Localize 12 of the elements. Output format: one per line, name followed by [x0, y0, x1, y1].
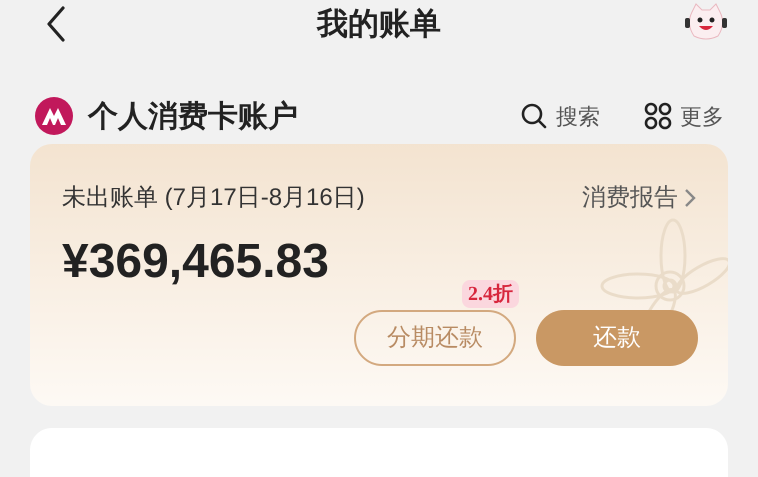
- page-title: 我的账单: [317, 4, 441, 43]
- discount-badge: 2.4折: [462, 280, 519, 308]
- report-link[interactable]: 消费报告: [582, 180, 696, 216]
- search-icon: [520, 102, 548, 130]
- bill-period: 未出账单 (7月17日-8月16日): [62, 183, 365, 213]
- more-button[interactable]: 更多: [644, 100, 724, 132]
- search-button[interactable]: 搜索: [520, 100, 600, 132]
- account-name: 个人消费卡账户: [88, 98, 298, 134]
- bill-amount: ¥369,465.83: [62, 238, 330, 286]
- grid-icon: [644, 102, 672, 130]
- chevron-right-icon: [684, 188, 696, 208]
- bank-logo-icon: [34, 96, 74, 136]
